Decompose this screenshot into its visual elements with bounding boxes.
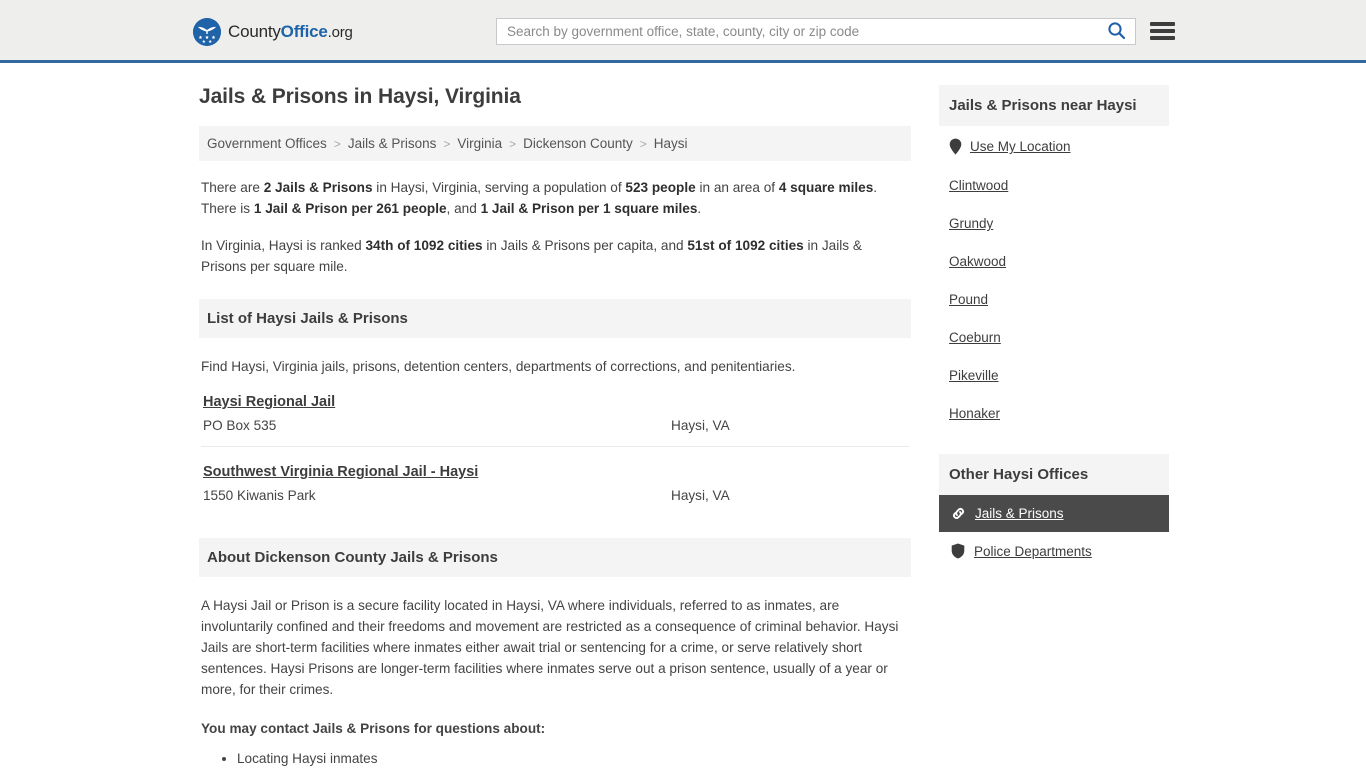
stat-per-people: 1 Jail & Prison per 261 people (253, 201, 447, 216)
about-section-heading: About Dickenson County Jails & Prisons (199, 538, 911, 577)
sidebar-item-label[interactable]: Oakwood (949, 254, 1006, 269)
logo-text-part3: .org (327, 24, 353, 41)
sidebar-item-clintwood[interactable]: Clintwood (939, 166, 1169, 204)
sidebar-office-label[interactable]: Police Departments (974, 544, 1092, 559)
sidebar-item-label[interactable]: Clintwood (949, 178, 1008, 193)
listing-city-state: Haysi, VA (671, 418, 730, 433)
sidebar-item-label[interactable]: Use My Location (970, 139, 1071, 154)
breadcrumb-item-government-offices[interactable]: Government Offices (207, 136, 327, 151)
contact-topics-list: Locating Haysi inmates Finding out who i… (201, 749, 909, 768)
listing-details: 1550 Kiwanis Park Haysi, VA (203, 488, 907, 503)
stat-rank-per-square-mile: 51st of 1092 cities (687, 238, 804, 253)
hamburger-bar-3 (1150, 36, 1175, 40)
sidebar-office-item-jails-prisons[interactable]: Jails & Prisons (939, 495, 1169, 532)
logo-text: CountyOffice.org (228, 22, 353, 42)
sidebar-office-item-police-departments[interactable]: Police Departments (939, 532, 1169, 570)
about-paragraph: A Haysi Jail or Prison is a secure facil… (201, 598, 899, 697)
intro-p2-text-c: in Jails & Prisons per capita, and (482, 238, 688, 253)
about-section-body: A Haysi Jail or Prison is a secure facil… (199, 595, 911, 768)
listing-item[interactable]: Southwest Virginia Regional Jail - Haysi… (201, 447, 909, 516)
list-section-heading: List of Haysi Jails & Prisons (199, 299, 911, 338)
breadcrumb-separator: > (509, 136, 517, 151)
sidebar-nearby-heading: Jails & Prisons near Haysi (939, 85, 1169, 126)
site-logo[interactable]: CountyOffice.org (193, 18, 353, 46)
sidebar-item-oakwood[interactable]: Oakwood (939, 242, 1169, 280)
breadcrumb-item-haysi[interactable]: Haysi (654, 136, 688, 151)
search-bar[interactable] (496, 18, 1136, 45)
list-section-description: Find Haysi, Virginia jails, prisons, det… (201, 359, 796, 374)
hamburger-bar-1 (1150, 22, 1175, 26)
sidebar-item-label[interactable]: Honaker (949, 406, 1000, 421)
stat-per-square-mile: 1 Jail & Prison per 1 square miles (480, 201, 698, 216)
intro-p1-text-a: There are (201, 180, 264, 195)
search-input[interactable] (497, 19, 1097, 44)
sidebar-office-label[interactable]: Jails & Prisons (975, 506, 1064, 521)
eagle-shield-logo-icon (193, 18, 221, 46)
sidebar-other-offices-heading: Other Haysi Offices (939, 454, 1169, 495)
breadcrumb-separator: > (443, 136, 451, 151)
content-container: Jails & Prisons in Haysi, Virginia Gover… (193, 63, 1173, 766)
listing-city-state: Haysi, VA (671, 488, 730, 503)
breadcrumb-item-virginia[interactable]: Virginia (457, 136, 502, 151)
intro-p1-text-g: . (697, 201, 702, 216)
page-title: Jails & Prisons in Haysi, Virginia (199, 85, 521, 108)
logo-text-part1: County (228, 22, 281, 41)
shield-icon (951, 543, 965, 559)
map-pin-icon (949, 138, 962, 155)
sidebar: Jails & Prisons near Haysi Use My Locati… (939, 85, 1169, 570)
breadcrumb-separator: > (639, 136, 647, 151)
intro-p1-text-c: in Haysi, Virginia, serving a population… (372, 180, 626, 195)
hamburger-menu-icon[interactable] (1150, 20, 1175, 42)
breadcrumb-separator: > (333, 136, 341, 151)
intro-p1-text-d: in an area of (695, 180, 779, 195)
listing-address: PO Box 535 (203, 418, 277, 433)
listing-details: PO Box 535 Haysi, VA (203, 418, 907, 433)
breadcrumb-item-dickenson-county[interactable]: Dickenson County (523, 136, 633, 151)
sidebar-item-grundy[interactable]: Grundy (939, 204, 1169, 242)
main-content: Jails & Prisons in Haysi, Virginia Gover… (199, 85, 911, 768)
sidebar-item-use-my-location[interactable]: Use My Location (939, 126, 1169, 166)
sidebar-item-label[interactable]: Grundy (949, 216, 993, 231)
sidebar-item-label[interactable]: Pikeville (949, 368, 999, 383)
stat-jails-count: 2 Jails & Prisons (263, 180, 373, 195)
link-chain-icon (951, 506, 966, 521)
listing-name[interactable]: Southwest Virginia Regional Jail - Haysi (203, 464, 478, 480)
sidebar-item-label[interactable]: Coeburn (949, 330, 1001, 345)
sidebar-item-pound[interactable]: Pound (939, 280, 1169, 318)
hamburger-bar-2 (1150, 29, 1175, 33)
stat-rank-per-capita: 34th of 1092 cities (365, 238, 483, 253)
breadcrumb: Government Offices > Jails & Prisons > V… (199, 126, 911, 161)
site-header: CountyOffice.org (0, 0, 1366, 63)
list-section-body: Find Haysi, Virginia jails, prisons, det… (199, 356, 911, 516)
page-body: Jails & Prisons in Haysi, Virginia Gover… (0, 63, 1366, 766)
listing-item[interactable]: Haysi Regional Jail PO Box 535 Haysi, VA (201, 377, 909, 447)
intro-p1-text-f: , and (446, 201, 481, 216)
sidebar-item-label[interactable]: Pound (949, 292, 988, 307)
contact-lead-text: You may contact Jails & Prisons for ques… (201, 721, 546, 736)
intro-p2-text-a: In Virginia, Haysi is ranked (201, 238, 366, 253)
stat-area: 4 square miles (778, 180, 874, 195)
search-icon (1107, 21, 1126, 43)
intro-statistics: There are 2 Jails & Prisons in Haysi, Vi… (199, 177, 911, 277)
sidebar-item-honaker[interactable]: Honaker (939, 394, 1169, 432)
search-button[interactable] (1097, 19, 1135, 44)
listing-name[interactable]: Haysi Regional Jail (203, 394, 335, 410)
logo-text-part2: Office (280, 22, 328, 41)
sidebar-item-pikeville[interactable]: Pikeville (939, 356, 1169, 394)
list-item: Locating Haysi inmates (237, 749, 909, 768)
listing-address: 1550 Kiwanis Park (203, 488, 316, 503)
intro-paragraph-1: There are 2 Jails & Prisons in Haysi, Vi… (201, 177, 909, 219)
stat-population: 523 people (625, 180, 696, 195)
intro-paragraph-2: In Virginia, Haysi is ranked 34th of 109… (201, 235, 909, 277)
breadcrumb-item-jails-prisons[interactable]: Jails & Prisons (348, 136, 437, 151)
sidebar-nearby-links: Use My Location Clintwood Grundy Oakwood… (939, 126, 1169, 432)
sidebar-item-coeburn[interactable]: Coeburn (939, 318, 1169, 356)
